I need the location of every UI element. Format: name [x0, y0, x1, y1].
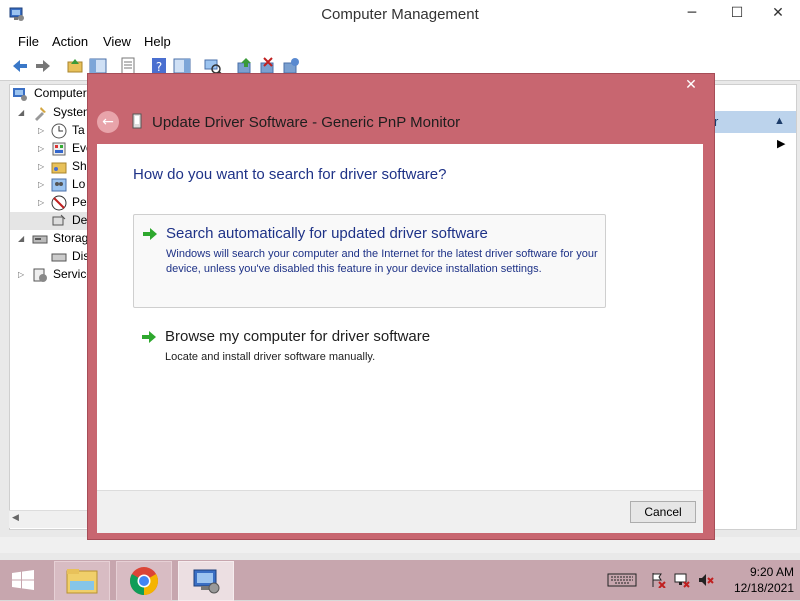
expand-triangle-icon[interactable]: ▷	[38, 163, 46, 171]
chrome-icon	[130, 567, 158, 595]
tree-label: Computer	[34, 86, 87, 100]
tree-label: Pe	[72, 195, 87, 209]
taskbar-computer-management[interactable]	[178, 561, 234, 601]
browse-computer-option[interactable]: Browse my computer for driver software L…	[133, 318, 604, 378]
taskbar-file-explorer[interactable]	[54, 561, 110, 601]
up-folder-icon[interactable]	[66, 57, 84, 75]
dialog-title: Update Driver Software - Generic PnP Mon…	[152, 114, 461, 131]
cancel-button[interactable]: Cancel	[630, 501, 696, 523]
option-title: Browse my computer for driver software	[165, 328, 431, 345]
green-arrow-icon	[142, 331, 156, 343]
menu-help[interactable]: Help	[144, 34, 171, 49]
performance-icon	[51, 195, 67, 211]
action-center-flag-icon[interactable]	[650, 572, 666, 588]
collapse-arrow-icon[interactable]: ▲	[774, 115, 785, 127]
touch-keyboard-icon[interactable]	[607, 572, 637, 588]
clock-time[interactable]: 9:20 AM	[720, 565, 794, 579]
back-button[interactable]: ←	[97, 111, 119, 133]
option-description: Locate and install driver software manua…	[165, 351, 376, 363]
collapse-triangle-icon[interactable]: ◢	[18, 235, 26, 243]
expand-triangle-icon[interactable]: ▷	[18, 271, 26, 279]
storage-icon	[32, 235, 48, 244]
dialog-footer: Cancel	[97, 490, 703, 533]
dialog-content: How do you want to search for driver sof…	[97, 144, 703, 490]
folder-icon	[66, 569, 98, 594]
expand-triangle-icon[interactable]: ▷	[38, 199, 46, 207]
tree-label: De	[72, 213, 88, 227]
computer-management-icon	[193, 569, 220, 594]
update-driver-dialog: ✕ ← Update Driver Software - Generic PnP…	[87, 73, 715, 540]
menu-bar: File Action View Help	[0, 31, 800, 53]
expand-triangle-icon[interactable]: ▷	[38, 127, 46, 135]
horizontal-scrollbar[interactable]: ◀	[9, 510, 97, 528]
collapse-triangle-icon[interactable]: ◢	[18, 109, 26, 117]
menu-file[interactable]: File	[18, 34, 39, 49]
tree-label: Sh	[72, 159, 87, 173]
network-disconnected-icon[interactable]	[674, 572, 690, 588]
forward-arrow-icon[interactable]	[34, 57, 52, 75]
green-arrow-icon	[143, 228, 157, 240]
services-icon	[33, 268, 47, 282]
disk-management-icon	[51, 253, 67, 262]
expand-triangle-icon[interactable]: ▷	[38, 181, 46, 189]
tree-label: Ta	[72, 123, 85, 137]
search-automatically-option[interactable]: Search automatically for updated driver …	[133, 214, 606, 308]
volume-muted-icon[interactable]	[698, 572, 714, 588]
system-tools-icon	[35, 107, 46, 121]
clock-icon	[51, 123, 67, 139]
taskbar-chrome[interactable]	[116, 561, 172, 601]
option-title: Search automatically for updated driver …	[166, 225, 488, 242]
clock-date[interactable]: 12/18/2021	[720, 581, 794, 595]
dialog-close-button[interactable]: ✕	[678, 76, 704, 94]
title-bar: Computer Management ─ ☐ ✕	[0, 0, 800, 31]
submenu-arrow-icon[interactable]: ▶	[777, 137, 785, 150]
computer-management-icon	[13, 88, 27, 101]
option-description: Windows will search your computer and th…	[166, 248, 598, 275]
minimize-button[interactable]: ─	[677, 0, 707, 26]
start-windows-icon[interactable]	[0, 560, 46, 600]
shared-folder-icon	[51, 162, 67, 174]
tree-label: Lo	[72, 177, 86, 191]
actions-header[interactable]: r ▲	[714, 111, 796, 133]
close-button[interactable]: ✕	[763, 0, 793, 26]
scroll-left-icon[interactable]: ◀	[12, 513, 19, 523]
tree-item-device-manager[interactable]: De	[10, 212, 98, 230]
monitor-device-icon	[132, 113, 142, 129]
menu-view[interactable]: View	[103, 34, 131, 49]
back-arrow-icon[interactable]	[11, 57, 29, 75]
actions-pane: r ▲ ▶	[713, 84, 797, 530]
menu-action[interactable]: Action	[52, 34, 88, 49]
taskbar: 9:20 AM 12/18/2021	[0, 560, 800, 601]
tree-label: Storag	[53, 231, 89, 245]
expand-triangle-icon[interactable]: ▷	[38, 145, 46, 153]
svg-text:?: ?	[156, 60, 162, 74]
console-tree: Computer ◢ System ▷ Ta ▷ Eve ▷ Sh ▷ Lo ▷…	[9, 84, 99, 530]
event-viewer-icon	[52, 142, 66, 156]
maximize-button[interactable]: ☐	[722, 0, 752, 26]
dialog-heading: How do you want to search for driver sof…	[133, 166, 447, 183]
users-icon	[51, 178, 67, 192]
device-manager-icon	[52, 214, 66, 226]
